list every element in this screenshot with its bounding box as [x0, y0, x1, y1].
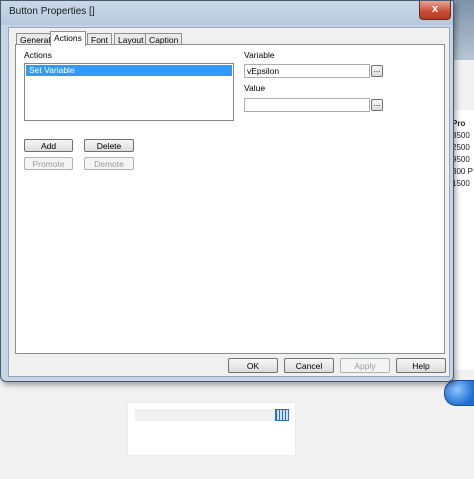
background-cell: 1500 [452, 179, 470, 188]
background-table-column: Pro 3500 2500 9500 300 P 1500 [452, 118, 474, 190]
value-browse-button[interactable]: ... [371, 99, 383, 111]
background-input-field[interactable] [135, 409, 285, 421]
list-item-set-variable[interactable]: Set Variable [26, 65, 232, 76]
ellipsis-icon: ... [373, 99, 381, 108]
background-cell: 2500 [452, 143, 470, 152]
actions-list[interactable]: Set Variable [24, 63, 234, 121]
promote-button[interactable]: Promote [24, 157, 73, 170]
background-cell: 9500 [452, 155, 470, 164]
background-input-box[interactable] [127, 402, 296, 456]
cancel-button[interactable]: Cancel [284, 358, 334, 373]
background-cell: 300 P [452, 167, 473, 176]
actions-label: Actions [24, 50, 52, 60]
button-properties-dialog: Button Properties [] x General Actions F… [0, 0, 454, 382]
variable-label: Variable [244, 50, 275, 60]
close-button[interactable]: x [419, 1, 451, 20]
apply-button[interactable]: Apply [340, 358, 390, 373]
background-cell: 3500 [452, 131, 470, 140]
add-button[interactable]: Add [24, 139, 73, 152]
variable-browse-button[interactable]: ... [371, 65, 383, 77]
demote-button[interactable]: Demote [84, 157, 134, 170]
help-button[interactable]: Help [396, 358, 446, 373]
close-icon: x [431, 3, 439, 15]
value-field[interactable] [244, 98, 370, 112]
dialog-client-area: General Actions Font Layout Caption Acti… [8, 27, 450, 377]
variable-field[interactable]: vEpsilon [244, 64, 370, 78]
calendar-icon[interactable] [275, 409, 289, 421]
ok-button[interactable]: OK [228, 358, 278, 373]
background-cell: Pro [452, 119, 466, 128]
delete-button[interactable]: Delete [84, 139, 134, 152]
ellipsis-icon: ... [373, 65, 381, 74]
actions-tab-page: Actions Set Variable Add Delete Promote … [15, 44, 445, 354]
background-bubble-button[interactable] [444, 380, 474, 406]
title-bar[interactable]: Button Properties [] x [1, 1, 453, 25]
tab-actions[interactable]: Actions [50, 31, 86, 46]
value-label: Value [244, 83, 266, 93]
dialog-title: Button Properties [] [9, 6, 95, 17]
